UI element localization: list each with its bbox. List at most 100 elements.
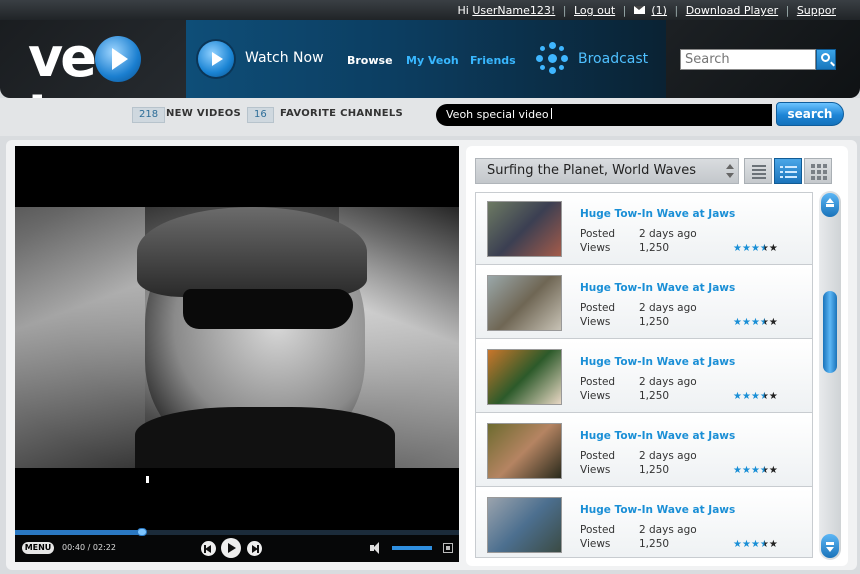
- rating-stars[interactable]: ★★★★★: [733, 391, 778, 402]
- views-label: Views: [580, 538, 611, 550]
- header-search-input[interactable]: [680, 49, 816, 70]
- star-icon: ★: [741, 317, 751, 328]
- rating-stars[interactable]: ★★★★★: [733, 317, 778, 328]
- logo-text-right: h: [28, 86, 66, 99]
- logo-text-left: ve: [28, 26, 97, 89]
- playlist-item[interactable]: Huge Tow-In Wave at Jaws Posted 2 days ago…: [476, 415, 812, 487]
- video-thumbnail[interactable]: [487, 497, 562, 553]
- favorite-channels-label[interactable]: FAVORITE CHANNELS: [280, 108, 403, 119]
- star-icon: ★: [759, 391, 769, 402]
- time-separator: /: [87, 543, 91, 552]
- rating-stars[interactable]: ★★★★★: [733, 243, 778, 254]
- video-title[interactable]: Huge Tow-In Wave at Jaws: [580, 504, 735, 516]
- playlist-list: Huge Tow-In Wave at Jaws Posted 2 days ago…: [475, 192, 813, 558]
- grid-view-icon[interactable]: [804, 158, 832, 184]
- progress-fill: [15, 530, 142, 535]
- playlist-scrollbar[interactable]: [819, 191, 841, 560]
- star-icon: ★: [733, 539, 742, 550]
- time-current: 00:40: [62, 543, 86, 552]
- scroll-up-icon[interactable]: [821, 193, 839, 217]
- posted-value: 2 days ago: [639, 302, 697, 314]
- video-thumbnail[interactable]: [487, 201, 562, 257]
- main-nav: Watch Now Browse My Veoh Friends Broadca…: [186, 20, 666, 98]
- sort-arrows-icon[interactable]: [725, 161, 735, 181]
- star-icon: ★: [733, 317, 742, 328]
- playlist-item[interactable]: Huge Tow-In Wave at Jaws Posted 2 days ago…: [476, 341, 812, 413]
- detail-view-icon[interactable]: [774, 158, 802, 184]
- header-search-button[interactable]: [816, 49, 836, 70]
- video-title[interactable]: Huge Tow-In Wave at Jaws: [580, 282, 735, 294]
- prev-icon[interactable]: [201, 541, 216, 556]
- posted-value: 2 days ago: [639, 228, 697, 240]
- progress-bar[interactable]: [15, 528, 459, 536]
- logout-link[interactable]: Log out: [574, 4, 615, 17]
- video-thumbnail[interactable]: [487, 275, 562, 331]
- fullscreen-icon[interactable]: [443, 543, 453, 553]
- username-link[interactable]: UserName123!: [472, 4, 555, 17]
- posted-label: Posted: [580, 524, 616, 536]
- next-icon[interactable]: [247, 541, 262, 556]
- progress-handle[interactable]: [136, 528, 147, 536]
- messages-link[interactable]: (1): [651, 4, 667, 17]
- speaker-icon[interactable]: [370, 542, 384, 554]
- list-view-icon[interactable]: [744, 158, 772, 184]
- scroll-thumb[interactable]: [823, 291, 837, 373]
- new-videos-count[interactable]: 218: [132, 107, 166, 123]
- play-icon[interactable]: [221, 538, 241, 558]
- nav-broadcast[interactable]: Broadcast: [578, 51, 648, 67]
- player-controls: MENU 00:40 / 02:22: [15, 528, 459, 562]
- top-links: Hi UserName123! | Log out | (1) | Downlo…: [457, 4, 836, 17]
- video-title[interactable]: Huge Tow-In Wave at Jaws: [580, 356, 735, 368]
- top-bar: Hi UserName123! | Log out | (1) | Downlo…: [0, 0, 860, 20]
- sub-bar: 218 NEW VIDEOS 16 FAVORITE CHANNELS Veoh…: [0, 98, 860, 136]
- play-circle-icon[interactable]: [198, 41, 234, 77]
- posted-value: 2 days ago: [639, 376, 697, 388]
- star-icon: ★: [759, 317, 769, 328]
- views-label: Views: [580, 316, 611, 328]
- video-title[interactable]: Huge Tow-In Wave at Jaws: [580, 208, 735, 220]
- star-icon: ★: [768, 539, 778, 550]
- star-icon: ★: [759, 243, 769, 254]
- video-thumbnail[interactable]: [487, 423, 562, 479]
- main-search-input[interactable]: Veoh special video: [436, 104, 772, 126]
- nav-browse[interactable]: Browse: [347, 54, 393, 67]
- nav-friends[interactable]: Friends: [470, 54, 516, 67]
- new-videos-label[interactable]: NEW VIDEOS: [166, 108, 241, 119]
- star-icon: ★: [759, 539, 769, 550]
- download-player-link[interactable]: Download Player: [686, 4, 778, 17]
- posted-label: Posted: [580, 228, 616, 240]
- playlist-item[interactable]: Huge Tow-In Wave at Jaws Posted 2 days ago…: [476, 489, 812, 557]
- subtitle-mark: [146, 476, 149, 483]
- star-icon: ★: [750, 391, 760, 402]
- star-icon: ★: [768, 465, 778, 476]
- mail-icon[interactable]: [633, 6, 645, 14]
- rating-stars[interactable]: ★★★★★: [733, 539, 778, 550]
- star-icon: ★: [733, 391, 742, 402]
- playlist-item[interactable]: Huge Tow-In Wave at Jaws Posted 2 days ago…: [476, 193, 812, 265]
- playlist-item[interactable]: Huge Tow-In Wave at Jaws Posted 2 days ago…: [476, 267, 812, 339]
- star-icon: ★: [750, 243, 760, 254]
- broadcast-icon[interactable]: [536, 42, 568, 74]
- main-search-button[interactable]: search: [776, 102, 844, 126]
- rating-stars[interactable]: ★★★★★: [733, 465, 778, 476]
- posted-label: Posted: [580, 450, 616, 462]
- veoh-logo[interactable]: veh: [28, 26, 168, 98]
- player-menu-button[interactable]: MENU: [22, 542, 54, 554]
- nav-watch-now[interactable]: Watch Now: [245, 50, 324, 66]
- favorite-channels-count[interactable]: 16: [247, 107, 274, 123]
- scroll-down-icon[interactable]: [821, 534, 839, 558]
- video-title[interactable]: Huge Tow-In Wave at Jaws: [580, 430, 735, 442]
- star-icon: ★: [733, 243, 742, 254]
- support-link[interactable]: Suppor: [797, 4, 836, 17]
- views-value: 1,250: [639, 390, 670, 402]
- time-total: 02:22: [92, 543, 116, 552]
- views-value: 1,250: [639, 242, 670, 254]
- video-frame[interactable]: [15, 207, 459, 468]
- star-icon: ★: [741, 243, 751, 254]
- volume-slider[interactable]: [392, 546, 432, 550]
- video-thumbnail[interactable]: [487, 349, 562, 405]
- nav-my-veoh[interactable]: My Veoh: [406, 54, 459, 67]
- star-icon: ★: [741, 539, 751, 550]
- video-player[interactable]: MENU 00:40 / 02:22: [15, 146, 459, 562]
- playlist-title[interactable]: Surfing the Planet, World Waves: [475, 158, 739, 184]
